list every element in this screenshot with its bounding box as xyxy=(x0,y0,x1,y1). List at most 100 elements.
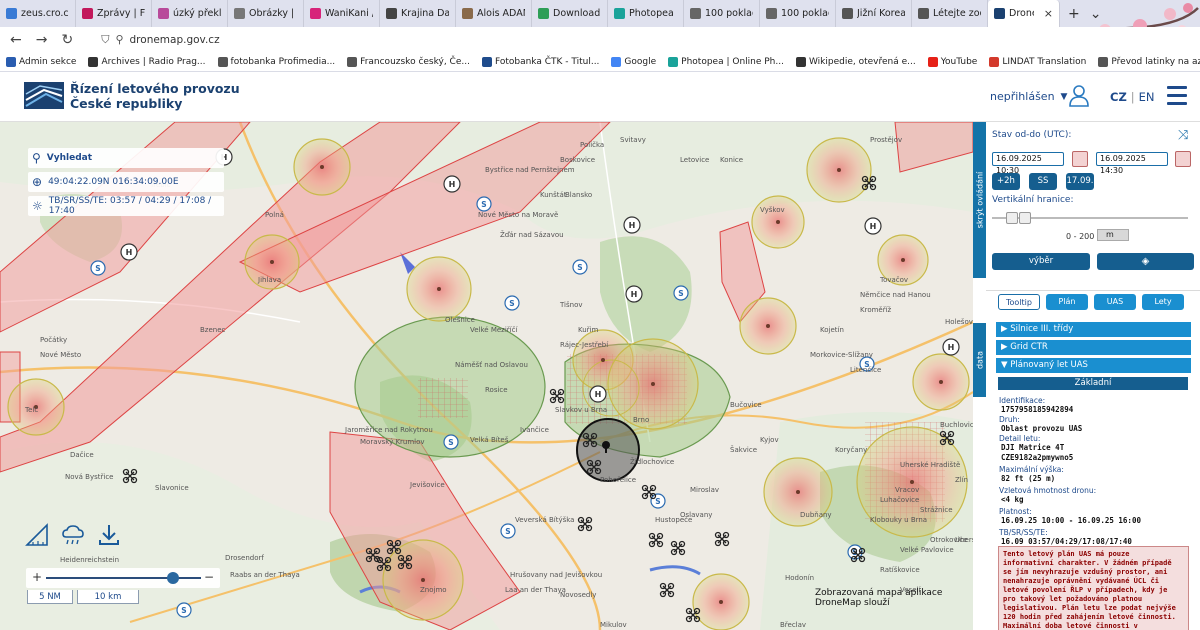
site-header: Řízení letového provozu České republiky … xyxy=(0,72,1200,122)
map-canvas[interactable]: HHH HHH HH SSS SSS SSS SS Jihlava Polná … xyxy=(0,122,973,630)
place-label: Uherský Brod xyxy=(955,536,973,544)
place-label: Telč xyxy=(24,406,38,414)
shield-icon: ⛉ xyxy=(101,32,110,46)
sunset-button[interactable]: SS xyxy=(1029,173,1057,190)
sun-times-readout: ☼ TB/SR/SS/TE: 03:57 / 04:29 / 17:08 / 1… xyxy=(28,196,224,216)
place-label: Novosedly xyxy=(560,591,596,599)
date-from-input[interactable]: 16.09.2025 10:30 xyxy=(992,152,1064,175)
tab-controls: + ⌄ xyxy=(1060,6,1109,22)
login-dropdown[interactable]: nepřihlášen ▼ xyxy=(990,90,1067,103)
browser-tab[interactable]: Zprávy | Foto xyxy=(76,0,152,27)
bookmark-item[interactable]: Wikipedie, otevřená e... xyxy=(795,56,916,67)
svg-text:H: H xyxy=(631,290,638,299)
chevron-down-icon: ▼ xyxy=(1060,91,1068,102)
lang-cz[interactable]: CZ xyxy=(1110,90,1127,104)
search-icon: ⚲ xyxy=(32,151,41,165)
browser-tab[interactable]: 100 pokladu xyxy=(760,0,836,27)
accordion-planned-uas[interactable]: ▼ Plánovaný let UAS xyxy=(996,358,1191,373)
rlp-logo-icon[interactable] xyxy=(24,82,64,109)
field-value: 16.09 03:57/04:29/17:08/17:40 xyxy=(1001,537,1132,546)
browser-tab[interactable]: Download St xyxy=(532,0,608,27)
lang-en[interactable]: EN xyxy=(1139,90,1155,104)
place-label: Němčice nad Hanou xyxy=(860,291,931,299)
site-title[interactable]: Řízení letového provozu České republiky xyxy=(70,81,240,111)
favicon-icon xyxy=(614,8,625,19)
bookmark-item[interactable]: Archives | Radio Prag... xyxy=(88,56,206,67)
browser-tab[interactable]: zeus.cro.cz/i xyxy=(0,0,76,27)
place-label: Klobouky u Brna xyxy=(870,516,927,524)
bookmark-item[interactable]: fotobanka Profimedia... xyxy=(217,56,335,67)
unit-select[interactable]: m xyxy=(1097,229,1129,241)
place-label: Polička xyxy=(580,141,604,149)
tab-tooltip[interactable]: Tooltip xyxy=(998,294,1040,310)
measure-icon[interactable] xyxy=(24,522,50,548)
svg-text:H: H xyxy=(449,180,456,189)
vertical-slider-min-handle[interactable] xyxy=(1006,212,1018,224)
layers-button[interactable]: ◈ xyxy=(1097,253,1194,270)
calendar-icon[interactable] xyxy=(1175,151,1191,167)
place-label: Svitavy xyxy=(620,136,646,144)
accordion-grid-ctr[interactable]: ▶ Grid CTR xyxy=(996,340,1191,355)
field-value: 82 ft (25 m) xyxy=(1001,474,1056,483)
select-button[interactable]: výběr xyxy=(992,253,1090,270)
next-day-button[interactable]: 17.09. xyxy=(1066,173,1094,190)
place-label: Rájec-Jestřebí xyxy=(560,341,609,349)
browser-tab[interactable]: Photopea | O xyxy=(608,0,684,27)
close-tab-icon[interactable]: × xyxy=(1044,7,1053,20)
tab-dronemap[interactable]: DroneMap× xyxy=(988,0,1060,27)
section-basic[interactable]: Základní xyxy=(998,377,1188,390)
bookmark-item[interactable]: Google xyxy=(611,56,656,67)
place-label: Morkovice-Slížany xyxy=(810,351,873,359)
browser-tab[interactable]: Obrázky | Rozhla xyxy=(228,0,304,27)
control-panel: Stav od-do (UTC): ⤨ 16.09.2025 10:30 16.… xyxy=(986,122,1200,630)
hide-controls-tab[interactable]: skrýt ovládání xyxy=(973,122,986,278)
weather-icon[interactable] xyxy=(60,522,86,548)
browser-tab[interactable]: úzký překlad xyxy=(152,0,228,27)
bookmark-item[interactable]: YouTube xyxy=(927,56,977,67)
field-value: 16.09.25 10:00 - 16.09.25 16:00 xyxy=(1001,516,1141,525)
browser-tab[interactable]: WaniKani / Le xyxy=(304,0,380,27)
disclaimer-text: Tento letový plán UAS má pouze informati… xyxy=(998,546,1189,630)
tab-plan[interactable]: Plán xyxy=(1046,294,1088,310)
browser-tab[interactable]: Létejte zodpov xyxy=(912,0,988,27)
browser-tab[interactable]: 100 pokladů xyxy=(684,0,760,27)
zoom-out-button[interactable]: − xyxy=(204,570,214,584)
vertical-slider-max-handle[interactable] xyxy=(1019,212,1031,224)
accordion-roads[interactable]: ▶ Silnice III. třídy xyxy=(996,322,1191,337)
tab-flights[interactable]: Lety xyxy=(1142,294,1184,310)
tab-uas[interactable]: UAS xyxy=(1094,294,1136,310)
bookmark-item[interactable]: Francouzsko český, Če... xyxy=(347,56,470,67)
calendar-icon[interactable] xyxy=(1072,151,1088,167)
tab-list-icon[interactable]: ⌄ xyxy=(1090,6,1102,22)
zoom-in-button[interactable]: + xyxy=(32,570,42,584)
place-label: Jevišovice xyxy=(409,481,445,489)
reload-icon[interactable]: ↻ xyxy=(61,32,73,48)
language-switch[interactable]: CZ | EN xyxy=(1110,90,1155,104)
place-label: Brno xyxy=(633,416,649,424)
search-box[interactable]: ⚲ Vyhledat xyxy=(28,148,224,168)
browser-tab[interactable]: Alois ADAM xyxy=(456,0,532,27)
bookmark-item[interactable]: Převod latinky na azb... xyxy=(1098,56,1200,67)
back-arrow-icon[interactable]: ← xyxy=(10,32,22,48)
coordinates-readout[interactable]: ⊕ 49:04:22.09N 016:34:09.00E xyxy=(28,172,224,192)
user-icon[interactable] xyxy=(1068,84,1090,108)
browser-tab[interactable]: Jižní Korea o xyxy=(836,0,912,27)
bookmark-item[interactable]: Fotobanka ČTK - Titul... xyxy=(481,56,599,67)
data-tab[interactable]: data xyxy=(973,323,986,397)
download-icon[interactable] xyxy=(96,522,122,548)
bookmark-item[interactable]: Admin sekce xyxy=(6,56,76,67)
menu-icon[interactable] xyxy=(1167,86,1187,106)
date-to-input[interactable]: 16.09.2025 14:30 xyxy=(1096,152,1168,175)
place-label: Veverská Bítýška xyxy=(515,516,574,524)
zoom-slider[interactable]: + − xyxy=(26,568,220,588)
shuffle-icon[interactable]: ⤨ xyxy=(1178,128,1188,143)
forward-arrow-icon[interactable]: → xyxy=(36,32,48,48)
address-bar[interactable]: ⛉ ⚲ dronemap.gov.cz xyxy=(101,33,219,47)
bookmark-item[interactable]: LINDAT Translation xyxy=(989,56,1086,67)
zoom-handle[interactable] xyxy=(167,572,180,584)
browser-tab[interactable]: Krajina Dana xyxy=(380,0,456,27)
new-tab-icon[interactable]: + xyxy=(1068,6,1080,22)
add-2h-button[interactable]: +2h xyxy=(992,173,1020,190)
bookmark-item[interactable]: Photopea | Online Ph... xyxy=(668,56,784,67)
site-info-icon[interactable]: ⚲ xyxy=(115,33,123,46)
